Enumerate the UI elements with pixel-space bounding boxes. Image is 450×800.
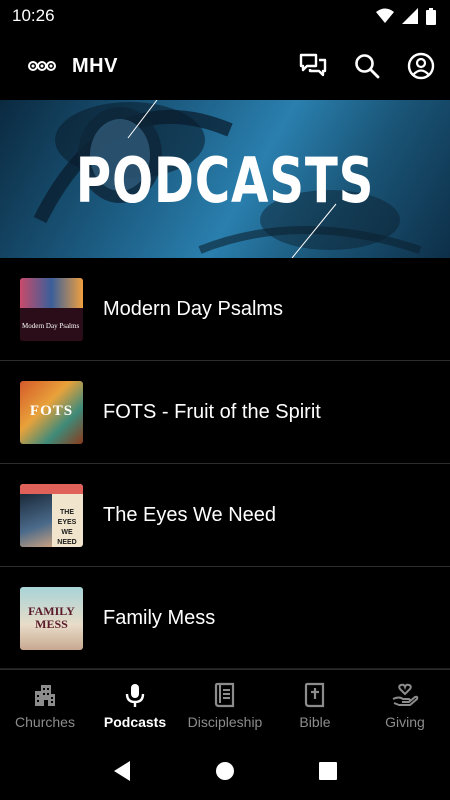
search-icon <box>355 54 380 79</box>
account-icon <box>407 52 435 80</box>
podcast-item[interactable]: FOTS FOTS - Fruit of the Spirit <box>0 361 450 464</box>
thumb-label: THE EYES WE NEED <box>57 508 77 546</box>
nav-label: Giving <box>385 713 425 730</box>
podcast-title: FOTS - Fruit of the Spirit <box>103 400 321 423</box>
chat-icon <box>299 53 327 77</box>
podcast-thumbnail: FAMILY MESS <box>20 586 83 650</box>
nav-label: Bible <box>299 713 331 730</box>
messages-button[interactable] <box>298 51 328 81</box>
podcast-item[interactable]: THE EYES WE NEED The Eyes We Need <box>0 464 450 567</box>
building-icon <box>35 684 55 706</box>
nav-discipleship[interactable]: Discipleship <box>180 669 270 742</box>
podcasts-banner: PODCASTS <box>0 100 450 258</box>
battery-icon <box>426 7 436 25</box>
thumb-label: Modern Day Psalms <box>22 321 80 330</box>
back-icon[interactable] <box>112 760 132 782</box>
search-button[interactable] <box>352 51 382 81</box>
wifi-icon <box>376 8 394 23</box>
book-icon <box>214 682 235 707</box>
app-bar: MHV <box>0 32 450 100</box>
home-icon[interactable] <box>215 761 235 781</box>
heart-hand-icon <box>392 683 419 706</box>
app-actions <box>298 51 436 81</box>
mhv-logo-icon <box>28 56 56 76</box>
status-icons <box>376 7 436 25</box>
recents-icon[interactable] <box>318 761 338 781</box>
nav-podcasts[interactable]: Podcasts <box>90 669 180 742</box>
nav-label: Podcasts <box>103 713 167 730</box>
podcast-title: The Eyes We Need <box>103 503 277 526</box>
podcast-thumbnail: THE EYES WE NEED <box>20 483 83 547</box>
podcast-title: Modern Day Psalms <box>103 297 284 320</box>
profile-button[interactable] <box>406 51 436 81</box>
thumb-label: FAMILY MESS <box>28 603 75 631</box>
status-bar: 10:26 <box>0 0 450 32</box>
nav-label: Discipleship <box>187 713 263 730</box>
nav-label: Churches <box>15 713 75 730</box>
microphone-icon <box>125 683 145 707</box>
podcast-title: Family Mess <box>103 606 216 629</box>
bottom-nav: Churches Podcasts Discipleship Bible Giv… <box>0 668 450 742</box>
podcast-thumbnail: Modern Day Psalms <box>20 277 83 341</box>
banner-title: PODCASTS <box>75 144 375 217</box>
podcast-item[interactable]: Modern Day Psalms Modern Day Psalms <box>0 258 450 361</box>
nav-giving[interactable]: Giving <box>360 669 450 742</box>
podcast-item[interactable]: FAMILY MESS Family Mess <box>0 567 450 670</box>
status-time: 10:26 <box>12 6 55 25</box>
podcast-thumbnail: FOTS <box>20 380 83 444</box>
system-nav-bar <box>0 742 450 800</box>
nav-bible[interactable]: Bible <box>270 669 360 742</box>
bible-icon <box>304 682 325 707</box>
signal-icon <box>402 8 418 24</box>
app-title: MHV <box>72 54 118 77</box>
podcast-list: Modern Day Psalms Modern Day Psalms FOTS… <box>0 258 450 670</box>
thumb-label: FOTS <box>29 402 74 419</box>
nav-churches[interactable]: Churches <box>0 669 90 742</box>
